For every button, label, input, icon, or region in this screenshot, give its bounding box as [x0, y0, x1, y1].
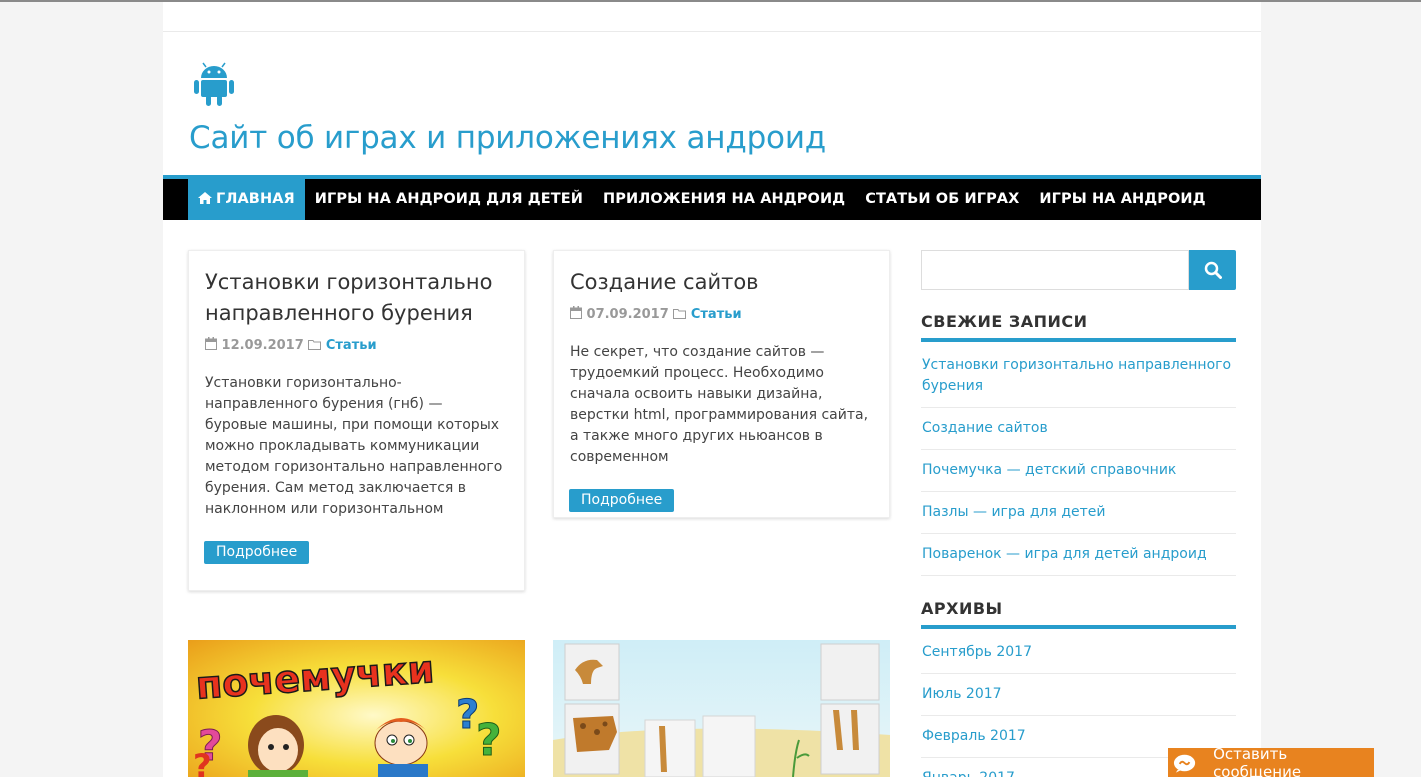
home-icon: [198, 192, 212, 204]
recent-post-link[interactable]: Установки горизонтально направленного бу…: [921, 345, 1236, 408]
nav-item-games[interactable]: ИГРЫ НА АНДРОИД: [1029, 179, 1215, 220]
calendar-icon: [570, 306, 582, 319]
post-category[interactable]: Статьи: [326, 338, 377, 353]
page-container: Сайт об играх и приложениях андроид ГЛАВ…: [163, 2, 1261, 777]
top-bar: [163, 2, 1261, 32]
post-meta: 12.09.2017 Статьи: [205, 337, 508, 353]
nav-item-kids-games[interactable]: ИГРЫ НА АНДРОИД ДЛЯ ДЕТЕЙ: [305, 179, 593, 220]
recent-posts-title: СВЕЖИЕ ЗАПИСИ: [921, 312, 1236, 342]
archive-link[interactable]: Сентябрь 2017: [921, 632, 1236, 674]
site-title[interactable]: Сайт об играх и приложениях андроид: [189, 120, 826, 156]
recent-post-link[interactable]: Создание сайтов: [921, 408, 1236, 450]
recent-post-link[interactable]: Пазлы — игра для детей: [921, 492, 1236, 534]
recent-post-link[interactable]: Поваренок — игра для детей андроид: [921, 534, 1236, 576]
post-title[interactable]: Создание сайтов: [570, 267, 873, 298]
main-nav: ГЛАВНАЯ ИГРЫ НА АНДРОИД ДЛЯ ДЕТЕЙ ПРИЛОЖ…: [163, 175, 1261, 220]
recent-post-link[interactable]: Почемучка — детский справочник: [921, 450, 1236, 492]
archives-title: АРХИВЫ: [921, 599, 1236, 629]
post-thumbnail-puzzle[interactable]: [553, 640, 890, 777]
post-date[interactable]: 12.09.2017: [222, 338, 304, 353]
search-input[interactable]: [921, 250, 1189, 290]
cartoon-kids-image: почемучки ? ? ? ?: [188, 640, 525, 777]
nav-item-label: ГЛАВНАЯ: [216, 191, 295, 207]
recent-posts-list: Установки горизонтально направленного бу…: [921, 345, 1236, 576]
nav-item-apps[interactable]: ПРИЛОЖЕНИЯ НА АНДРОИД: [593, 179, 855, 220]
chat-label: Оставить сообщение: [1213, 744, 1302, 777]
chat-widget-button[interactable]: Оставить сообщение: [1168, 744, 1374, 777]
search-button[interactable]: [1189, 250, 1236, 290]
chat-icon: [1173, 754, 1196, 773]
post-category[interactable]: Статьи: [691, 307, 742, 322]
post-card: Создание сайтов 07.09.2017 Статьи Не сек…: [553, 250, 890, 518]
svg-text:?: ?: [193, 747, 212, 777]
folder-icon: [308, 340, 322, 350]
nav-item-home[interactable]: ГЛАВНАЯ: [188, 179, 305, 220]
android-icon[interactable]: [193, 62, 235, 108]
search-icon: [1204, 261, 1222, 279]
read-more-button[interactable]: Подробнее: [569, 489, 675, 512]
post-excerpt: Не секрет, что создание сайтов — трудоем…: [570, 344, 869, 465]
post-card: Установки горизонтально направленного бу…: [188, 250, 525, 591]
post-thumbnail-pochemuchka[interactable]: почемучки ? ? ? ?: [188, 640, 525, 777]
calendar-icon: [205, 337, 217, 350]
post-date[interactable]: 07.09.2017: [587, 307, 669, 322]
post-meta: 07.09.2017 Статьи: [570, 306, 873, 322]
nav-item-articles[interactable]: СТАТЬИ ОБ ИГРАХ: [855, 179, 1029, 220]
post-title[interactable]: Установки горизонтально направленного бу…: [205, 267, 508, 329]
puzzle-game-image: [553, 640, 890, 777]
post-excerpt: Установки горизонтально-направленного бу…: [205, 375, 503, 517]
read-more-button[interactable]: Подробнее: [204, 541, 310, 564]
folder-icon: [673, 309, 687, 319]
archive-link[interactable]: Июль 2017: [921, 674, 1236, 716]
svg-text:?: ?: [476, 715, 502, 766]
